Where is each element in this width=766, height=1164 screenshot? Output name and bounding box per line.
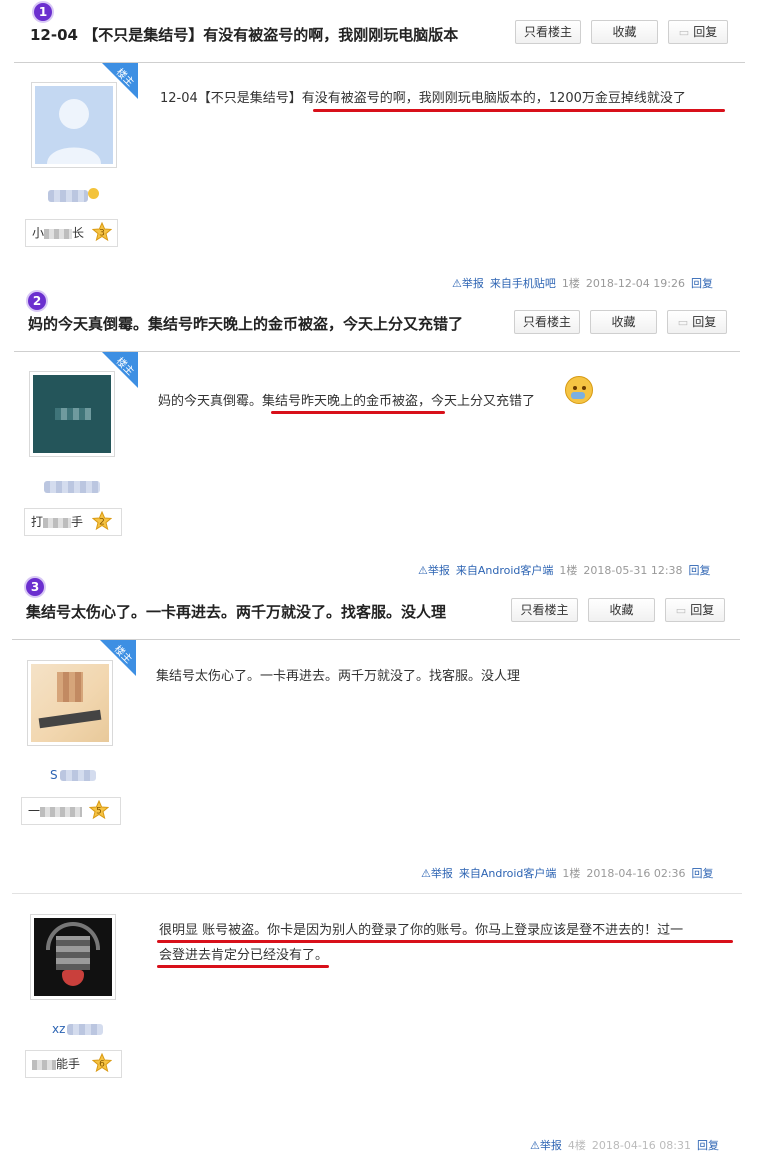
post-meta: ⚠举报 来自Android客户端 1楼 2018-04-16 02:36 回复 [421,865,720,881]
post-meta: ⚠举报 4楼 2018-04-16 08:31 回复 [530,1137,725,1153]
default-avatar-icon [47,99,101,164]
shirt-text [38,709,102,729]
username[interactable]: xz [52,1022,104,1036]
source-link[interactable]: 来自手机贴吧 [490,277,556,290]
thread-title[interactable]: 妈的今天真倒霉。集结号昨天晚上的金币被盗，今天上分又充错了 [28,313,463,334]
username[interactable]: S [50,768,96,782]
comment-icon: ▭ [675,604,687,617]
source-link[interactable]: 来自Android客户端 [459,867,557,880]
reply-link[interactable]: 回复 [691,277,713,290]
blurred-face [57,672,83,702]
comment-icon: ▭ [678,26,690,39]
reply-button[interactable]: ▭ 回复 [667,310,727,334]
only-op-button[interactable]: 只看楼主 [511,598,578,622]
blurred-text [43,517,72,528]
report-link[interactable]: ⚠举报 [530,1139,562,1152]
level-star-icon: 5 [89,800,109,820]
post-body: 妈的今天真倒霉。集结号昨天晚上的金币被盗，今天上分又充错了 [158,394,536,409]
post-body: 12-04【不只是集结号】有没有被盗号的啊，我刚刚玩电脑版本的，1200万金豆掉… [160,91,686,106]
report-link[interactable]: ⚠举报 [452,277,484,290]
reply-button[interactable]: ▭ 回复 [665,598,725,622]
svg-text:3: 3 [99,229,105,239]
username-blurred[interactable] [44,481,100,493]
thread-title[interactable]: 集结号太伤心了。一卡再进去。两千万就没了。找客服。没人理 [26,601,446,622]
report-link[interactable]: ⚠举报 [418,564,450,577]
avatar[interactable] [29,371,115,457]
only-op-button[interactable]: 只看楼主 [514,310,580,334]
avatar[interactable] [30,914,116,1000]
level-star-icon: 6 [92,1053,112,1073]
reply-link[interactable]: 回复 [697,1139,719,1152]
highlight-underline [157,940,733,943]
number-badge-1: 1 [32,1,54,23]
reply-link[interactable]: 回复 [689,564,711,577]
reply-button[interactable]: ▭ 回复 [668,20,728,44]
thread-title[interactable]: 12-04 【不只是集结号】有没有被盗号的啊，我刚刚玩电脑版本 [30,24,458,45]
floor-label: 1楼 [561,277,580,290]
floor-label: 4楼 [567,1139,586,1152]
highlight-underline [157,965,329,968]
comment-icon: ▭ [677,316,689,329]
tongue-shape [62,970,84,986]
avatar[interactable] [31,82,117,168]
blurred-text [44,228,73,239]
number-badge-2: 2 [26,290,48,312]
blurred-logo [55,408,91,420]
blurred-text [32,1059,56,1070]
source-link[interactable]: 来自Android客户端 [456,564,554,577]
post-time: 2018-05-31 12:38 [583,564,683,577]
highlight-underline [271,411,445,414]
divider [12,893,742,894]
favorite-button[interactable]: 收藏 [588,598,655,622]
post-time: 2018-12-04 19:26 [585,277,685,290]
username-blurred[interactable] [48,190,88,202]
reply-link[interactable]: 回复 [692,867,714,880]
level-star-icon: 3 [92,222,112,242]
post-meta: ⚠举报 来自Android客户端 1楼 2018-05-31 12:38 回复 [418,562,717,578]
favorite-button[interactable]: 收藏 [590,310,657,334]
post-body: 集结号太伤心了。一卡再进去。两千万就没了。找客服。没人理 [156,669,521,684]
emoji-icon [88,188,99,199]
post-body-line-2: 会登进去肯定分已经没有了。 [159,948,329,963]
post-time: 2018-04-16 08:31 [591,1139,691,1152]
post-time: 2018-04-16 02:36 [586,867,686,880]
post-meta: ⚠举报 来自手机贴吧 1楼 2018-12-04 19:26 回复 [452,275,719,291]
svg-text:6: 6 [99,1060,105,1070]
avatar[interactable] [27,660,113,746]
favorite-button[interactable]: 收藏 [591,20,658,44]
report-link[interactable]: ⚠举报 [421,867,453,880]
svg-text:5: 5 [96,807,102,817]
only-op-button[interactable]: 只看楼主 [515,20,581,44]
svg-text:2: 2 [99,518,105,528]
floor-label: 1楼 [559,564,578,577]
blurred-text [40,806,83,817]
highlight-underline [313,109,725,112]
floor-label: 1楼 [562,867,581,880]
level-star-icon: 2 [92,511,112,531]
post-body-line-1: 很明显 账号被盗。你卡是因为别人的登录了你的账号。你马上登录应该是登不进去的！过… [159,923,684,938]
sick-emoji-icon [565,376,593,404]
blurred-face [56,936,90,970]
number-badge-3: 3 [24,576,46,598]
